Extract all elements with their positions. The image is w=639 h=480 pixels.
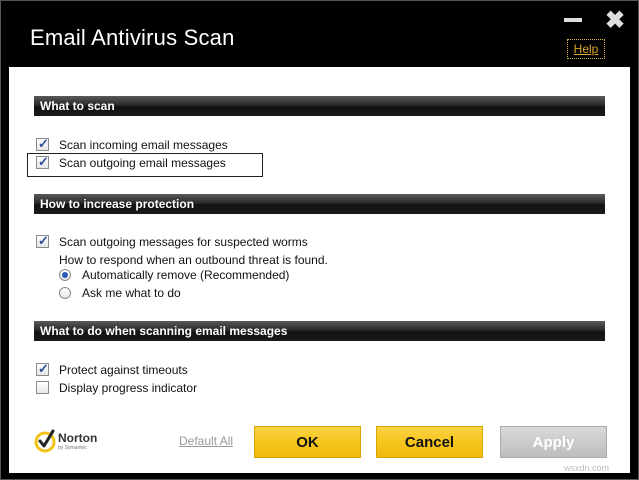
apply-button[interactable]: Apply bbox=[500, 426, 607, 458]
close-button[interactable]: ✖ bbox=[603, 9, 627, 33]
checkbox-label: Scan outgoing messages for suspected wor… bbox=[59, 235, 308, 249]
norton-wordmark: Norton bbox=[58, 431, 98, 445]
radio-button[interactable] bbox=[59, 269, 71, 281]
section-header-when-scanning: What to do when scanning email messages bbox=[34, 321, 605, 341]
settings-panel: What to scan Scan incoming email message… bbox=[9, 67, 630, 473]
checkbox-box[interactable] bbox=[36, 154, 49, 170]
checkbox-box[interactable] bbox=[36, 136, 49, 152]
section-header-what-to-scan: What to scan bbox=[34, 96, 605, 116]
watermark-text: wsxdn.com bbox=[564, 463, 610, 473]
checkbox-label: Scan outgoing email messages bbox=[59, 156, 226, 170]
checkbox-box[interactable] bbox=[36, 381, 49, 394]
ok-button[interactable]: OK bbox=[254, 426, 361, 458]
minimize-button[interactable] bbox=[561, 11, 585, 29]
window-title: Email Antivirus Scan bbox=[30, 25, 235, 50]
norton-byline: by Symantec bbox=[58, 445, 87, 451]
respond-instruction: How to respond when an outbound threat i… bbox=[59, 253, 328, 267]
norton-logo: Norton by Symantec bbox=[34, 429, 104, 455]
help-link[interactable]: Help bbox=[567, 39, 605, 59]
email-antivirus-scan-window: Email Antivirus Scan ✖ Help What to scan… bbox=[0, 0, 639, 480]
default-all-link[interactable]: Default All bbox=[179, 434, 233, 448]
checkbox-box[interactable] bbox=[36, 233, 49, 249]
norton-check-icon bbox=[34, 429, 56, 453]
checkbox-label: Display progress indicator bbox=[59, 381, 198, 395]
checkbox-label: Protect against timeouts bbox=[59, 363, 188, 377]
radio-button[interactable] bbox=[59, 287, 71, 299]
checkbox-label: Scan incoming email messages bbox=[59, 138, 228, 152]
radio-label: Automatically remove (Recommended) bbox=[82, 268, 290, 282]
cancel-button[interactable]: Cancel bbox=[376, 426, 483, 458]
checkbox-box[interactable] bbox=[36, 361, 49, 377]
section-header-increase-protection: How to increase protection bbox=[34, 194, 605, 214]
radio-label: Ask me what to do bbox=[82, 286, 181, 300]
